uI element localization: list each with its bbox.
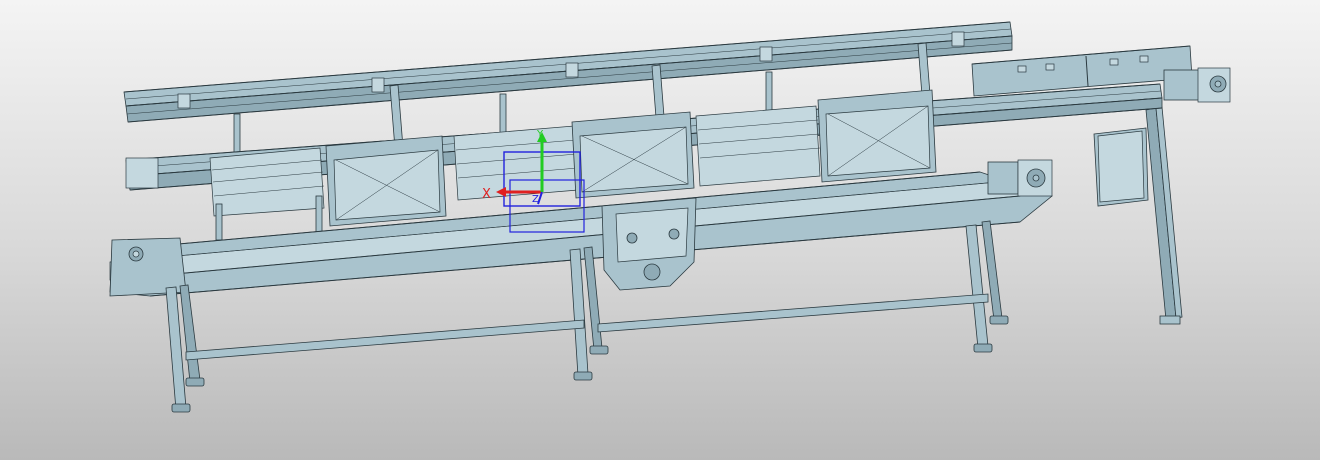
rear-leg-right[interactable] — [1145, 106, 1183, 325]
cad-viewport[interactable]: X Y Z — [0, 0, 1320, 460]
x-axis-label: X — [482, 187, 491, 202]
conveyor-assembly-model[interactable]: X Y Z — [0, 0, 1320, 460]
upper-drive-motor[interactable] — [1163, 67, 1231, 103]
y-axis-label: Y — [536, 129, 544, 140]
rack-3[interactable] — [453, 125, 579, 201]
rack-6[interactable] — [817, 89, 937, 183]
rack-5[interactable] — [695, 105, 821, 187]
lower-drive-motor[interactable] — [987, 159, 1053, 197]
z-axis-label: Z — [532, 194, 539, 205]
rack-4[interactable] — [571, 111, 695, 199]
center-drive-unit[interactable] — [601, 197, 697, 291]
leveling-feet — [171, 315, 1009, 413]
control-cabinet[interactable] — [1093, 127, 1149, 207]
rack-2[interactable] — [325, 135, 447, 227]
rack-1[interactable] — [209, 147, 325, 241]
